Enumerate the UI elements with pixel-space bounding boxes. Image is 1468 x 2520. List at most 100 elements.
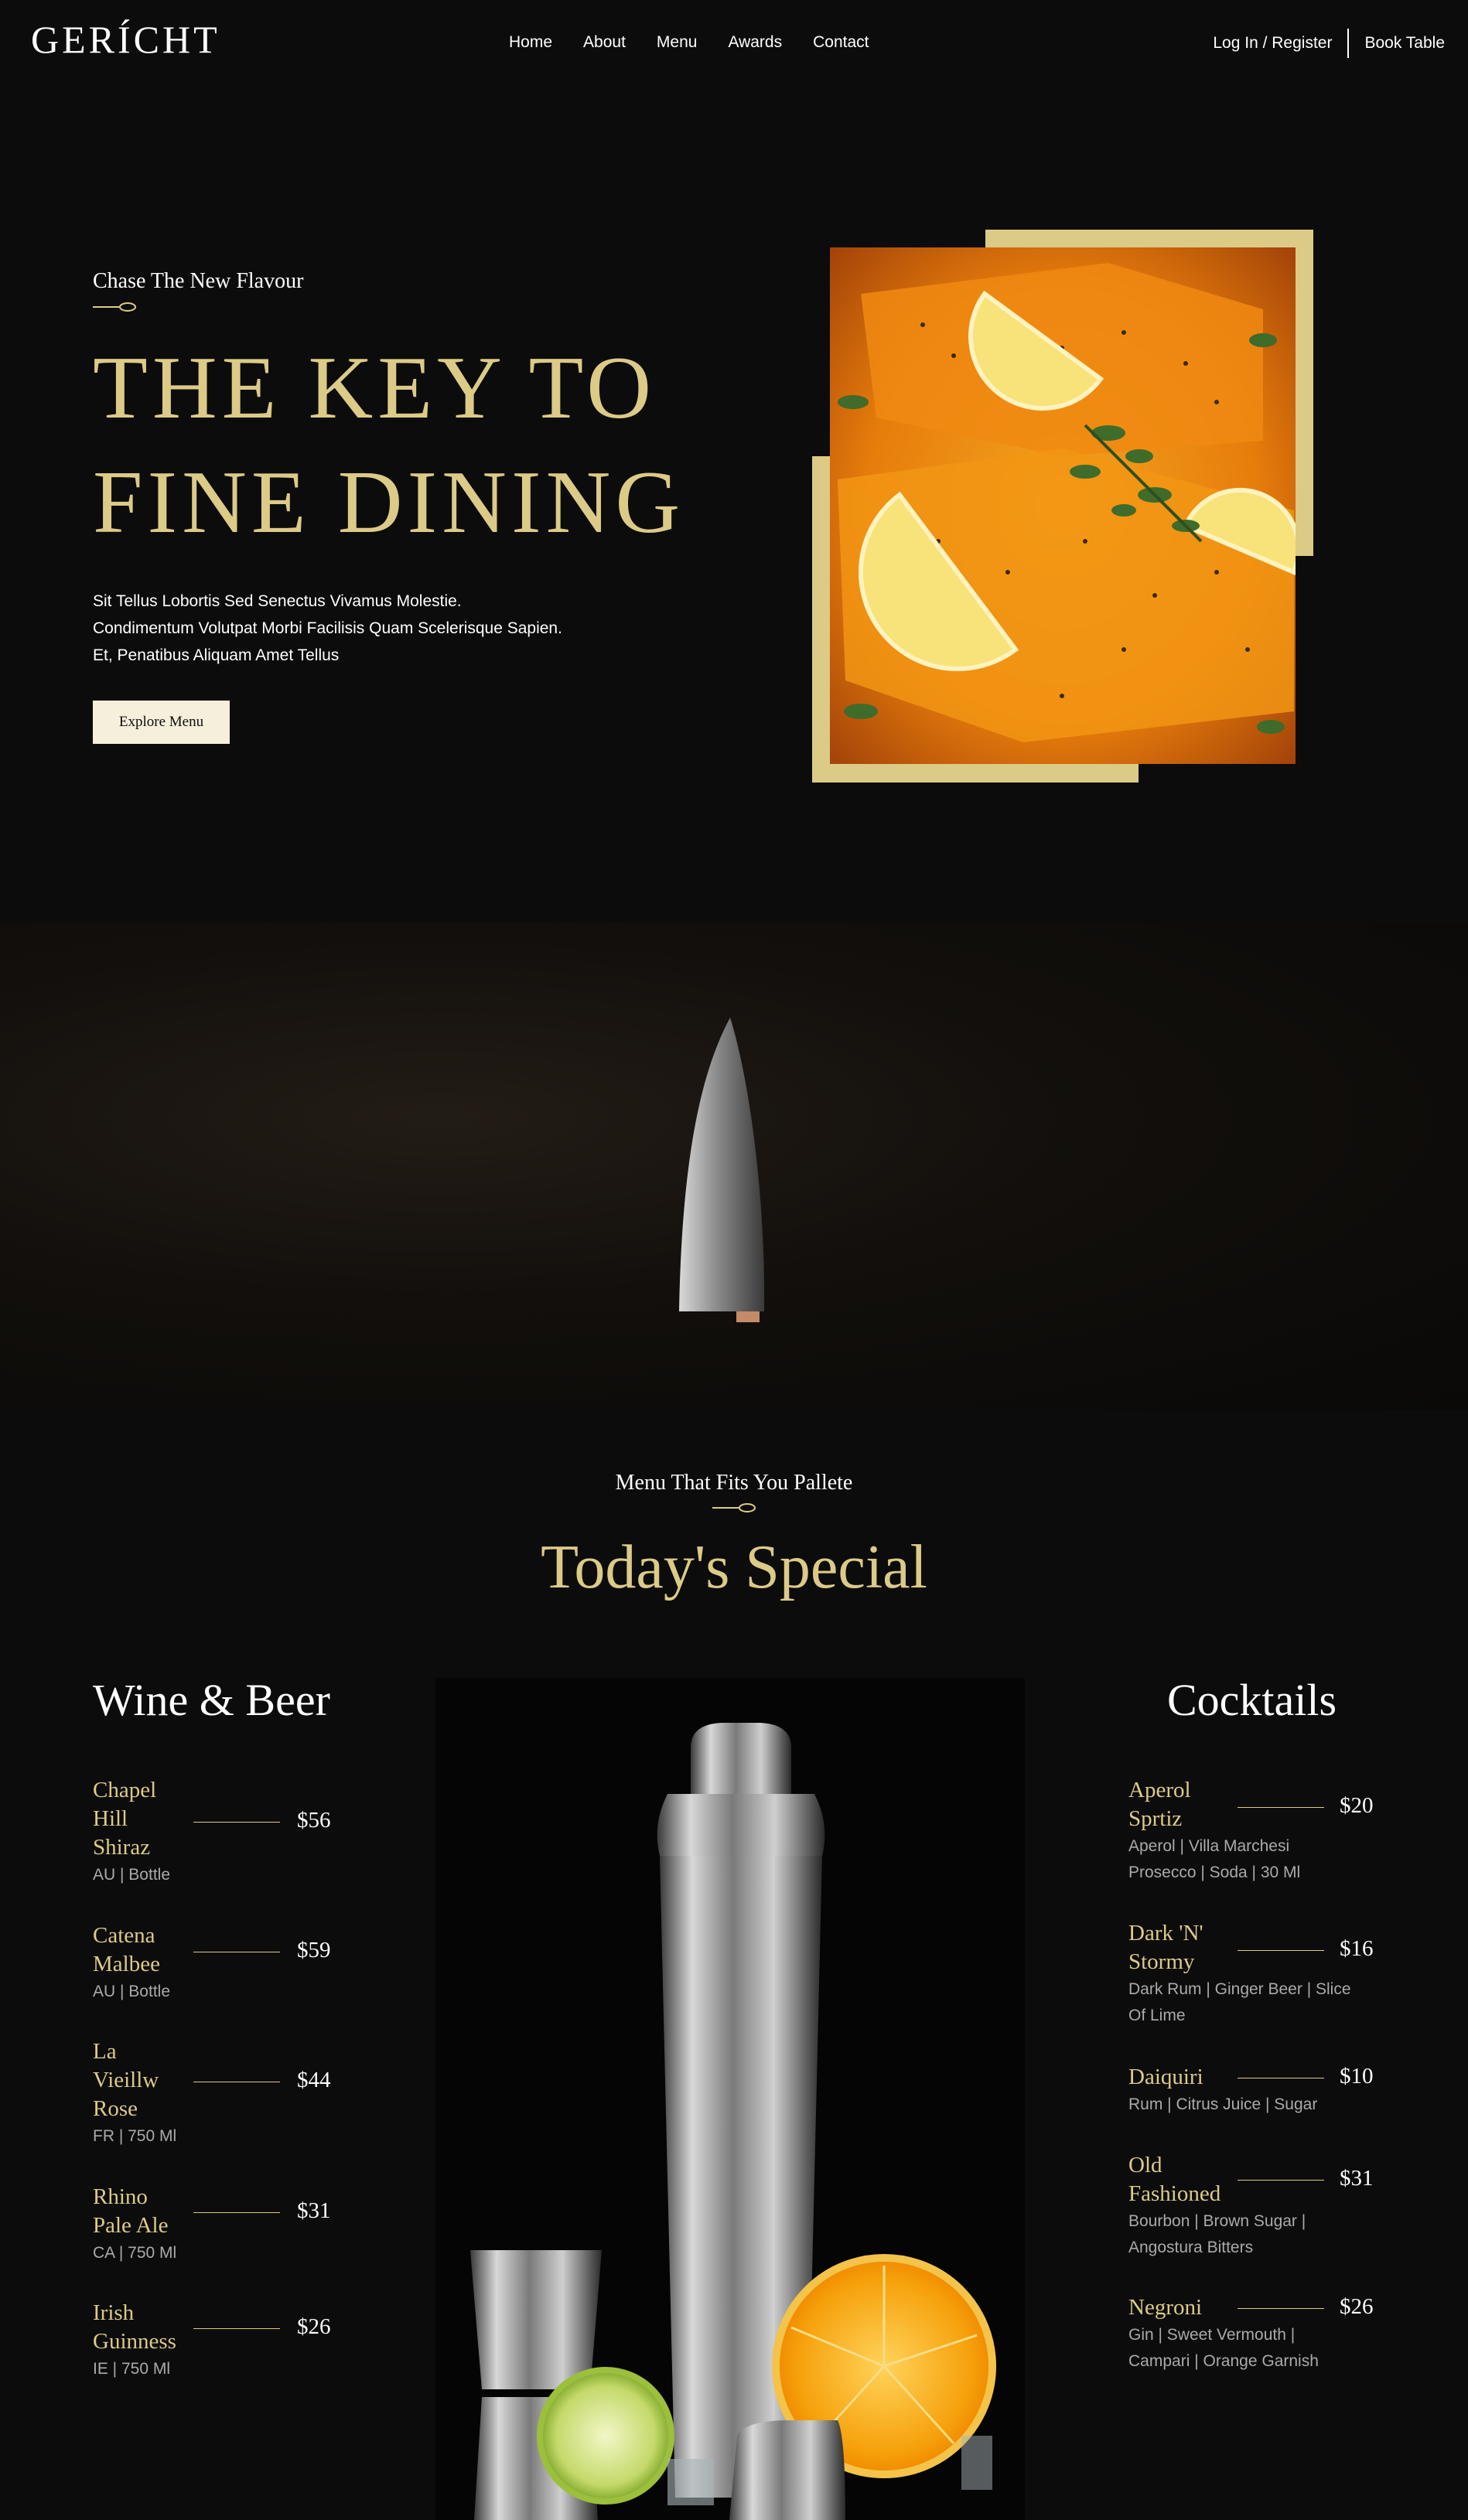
menu-item-name-line: Malbee bbox=[93, 1952, 160, 1976]
menu-item-desc: Dark Rum | Ginger Beer | Slice Of Lime bbox=[1128, 1976, 1376, 2029]
book-table-link[interactable]: Book Table bbox=[1364, 34, 1445, 53]
menu-item-cocktail: Dark 'N' Stormy Dark Rum | Ginger Beer |… bbox=[1128, 1919, 1376, 2029]
menu-item-price: $31 bbox=[1340, 2166, 1374, 2191]
chef-knife-image bbox=[679, 1018, 765, 1322]
hero-description-line: Condimentum Volutpat Morbi Facilisis Qua… bbox=[93, 619, 562, 637]
menu-item-name: Aperol Sprtiz bbox=[1128, 1776, 1376, 1833]
menu-item-name-line: Hill bbox=[93, 1806, 128, 1831]
nav-links: Home About Menu Awards Contact bbox=[509, 33, 869, 52]
menu-item-desc: Rum | Citrus Juice | Sugar bbox=[1128, 2092, 1376, 2118]
menu-item-desc: AU | Bottle bbox=[93, 1983, 170, 2000]
menu-item-name-line: Pale Ale bbox=[93, 2213, 169, 2238]
menu-item-desc: FR | 750 Ml bbox=[93, 2127, 177, 2145]
menu-item-desc: AU | Bottle bbox=[93, 1866, 170, 1884]
logo[interactable]: GERÍCHT bbox=[31, 17, 220, 62]
menu-item-desc-line: Campari | Orange Garnish bbox=[1128, 2352, 1319, 2370]
hero-description-line: Sit Tellus Lobortis Sed Senectus Vivamus… bbox=[93, 592, 462, 610]
menu-item-wine: Catena Malbee AU | Bottle bbox=[93, 1922, 170, 2005]
menu-item-desc-line: Angostura Bitters bbox=[1128, 2239, 1254, 2256]
nav-link-home[interactable]: Home bbox=[509, 33, 552, 52]
menu-item-name-line: Guinness bbox=[93, 2329, 176, 2354]
menu-item-price: $56 bbox=[297, 1808, 331, 1833]
menu-item-name-line: Dark 'N' bbox=[1128, 1921, 1203, 1945]
menu-item-wine: Chapel Hill Shiraz AU | Bottle bbox=[93, 1776, 170, 1888]
nav-link-menu[interactable]: Menu bbox=[657, 33, 698, 52]
special-subtitle: Menu That Fits You Pallete bbox=[615, 1471, 853, 1495]
menu-item-name: Irish Guinness bbox=[93, 2299, 176, 2356]
spoon-divider-icon bbox=[712, 1503, 756, 1512]
special-title: Today's Special bbox=[541, 1533, 927, 1601]
hero-food-image bbox=[830, 247, 1296, 764]
hero-title: THE KEY TO FINE DINING bbox=[93, 331, 684, 560]
menu-item-desc-line: Gin | Sweet Vermouth | bbox=[1128, 2326, 1296, 2344]
menu-item-desc: IE | 750 Ml bbox=[93, 2360, 170, 2378]
menu-item-price: $59 bbox=[297, 1938, 331, 1962]
menu-item-desc-line: Prosecco | Soda | 30 Ml bbox=[1128, 1864, 1301, 1881]
menu-item-cocktail: Old Fashioned Bourbon | Brown Sugar | An… bbox=[1128, 2151, 1376, 2261]
menu-item-price: $31 bbox=[297, 2198, 331, 2223]
menu-item-divider bbox=[193, 2328, 280, 2329]
menu-item-desc-line: Rum | Citrus Juice | Sugar bbox=[1128, 2095, 1318, 2113]
menu-item-name-line: Catena bbox=[93, 1923, 155, 1948]
hero-description: Sit Tellus Lobortis Sed Senectus Vivamus… bbox=[93, 588, 650, 669]
menu-item-name-line: Aperol bbox=[1128, 1778, 1191, 1802]
menu-item-cocktail: Negroni Gin | Sweet Vermouth | Campari |… bbox=[1128, 2293, 1376, 2375]
menu-item-cocktail: Daiquiri Rum | Citrus Juice | Sugar bbox=[1128, 2063, 1376, 2118]
menu-item-desc-line: Of Lime bbox=[1128, 2007, 1186, 2024]
menu-item-desc-line: Aperol | Villa Marchesi bbox=[1128, 1837, 1290, 1855]
nav-link-awards[interactable]: Awards bbox=[728, 33, 782, 52]
menu-item-desc: Gin | Sweet Vermouth | Campari | Orange … bbox=[1128, 2322, 1376, 2375]
salmon-dish-image bbox=[830, 247, 1296, 764]
menu-item-desc: Bourbon | Brown Sugar | Angostura Bitter… bbox=[1128, 2208, 1376, 2261]
nav-link-about[interactable]: About bbox=[583, 33, 626, 52]
menu-item-name-line: Old bbox=[1128, 2153, 1162, 2177]
login-link[interactable]: Log In / Register bbox=[1213, 34, 1332, 53]
nav-link-contact[interactable]: Contact bbox=[813, 33, 869, 52]
menu-item-name: Rhino Pale Ale bbox=[93, 2183, 176, 2240]
menu-item-name: Dark 'N' Stormy bbox=[1128, 1919, 1376, 1976]
menu-item-divider bbox=[1238, 1950, 1324, 1951]
hero-title-line-1: THE KEY TO bbox=[93, 339, 657, 438]
cocktail-shaker-image bbox=[435, 1678, 1025, 2520]
nav-actions: Log In / Register Book Table bbox=[1213, 29, 1445, 58]
menu-item-name-line: Irish bbox=[93, 2300, 135, 2325]
menu-item-divider bbox=[1238, 1807, 1324, 1808]
menu-item-divider bbox=[193, 1822, 280, 1823]
knife-video-banner[interactable] bbox=[0, 923, 1468, 1410]
menu-item-desc: CA | 750 Ml bbox=[93, 2244, 177, 2262]
menu-item-name-line: Sprtiz bbox=[1128, 1806, 1183, 1831]
menu-item-price: $26 bbox=[297, 2314, 331, 2339]
menu-item-name-line: Fashioned bbox=[1128, 2181, 1221, 2206]
menu-item-name: Catena Malbee bbox=[93, 1922, 170, 1979]
navbar: GERÍCHT Home About Menu Awards Contact L… bbox=[0, 0, 1468, 87]
menu-item-name-line: Vieillw bbox=[93, 2068, 159, 2092]
hero-title-line-2: FINE DINING bbox=[93, 453, 685, 552]
explore-menu-button[interactable]: Explore Menu bbox=[93, 701, 230, 744]
menu-item-divider bbox=[1238, 2308, 1324, 2309]
menu-item-price: $44 bbox=[297, 2068, 331, 2092]
menu-item-desc-line: Dark Rum | Ginger Beer | Slice bbox=[1128, 1980, 1351, 1998]
menu-item-price: $26 bbox=[1340, 2294, 1374, 2319]
menu-item-desc: Aperol | Villa Marchesi Prosecco | Soda … bbox=[1128, 1833, 1376, 1886]
menu-item-name: Chapel Hill Shiraz bbox=[93, 1776, 170, 1862]
menu-item-name-line: Rhino bbox=[93, 2184, 148, 2209]
menu-item-divider bbox=[1238, 2180, 1324, 2181]
menu-item-name-line: Stormy bbox=[1128, 1949, 1195, 1974]
menu-item-divider bbox=[193, 2212, 280, 2213]
menu-item-wine: Rhino Pale Ale CA | 750 Ml bbox=[93, 2183, 176, 2266]
cocktails-heading: Cocktails bbox=[1167, 1675, 1337, 1725]
menu-item-name-line: La bbox=[93, 2039, 117, 2064]
menu-item-name-line: Shiraz bbox=[93, 1835, 151, 1860]
spoon-divider-icon bbox=[93, 302, 136, 312]
nav-divider bbox=[1347, 29, 1350, 58]
menu-item-name-line: Chapel bbox=[93, 1778, 157, 1802]
menu-item-name-line: Rose bbox=[93, 2096, 138, 2121]
wine-beer-heading: Wine & Beer bbox=[93, 1675, 330, 1725]
menu-item-wine: La Vieillw Rose FR | 750 Ml bbox=[93, 2037, 176, 2150]
menu-item-name: La Vieillw Rose bbox=[93, 2037, 176, 2123]
hero-subtitle: Chase The New Flavour bbox=[93, 269, 304, 293]
shaker-illustration bbox=[470, 1723, 996, 2520]
hero-description-line: Et, Penatibus Aliquam Amet Tellus bbox=[93, 646, 340, 664]
menu-item-cocktail: Aperol Sprtiz Aperol | Villa Marchesi Pr… bbox=[1128, 1776, 1376, 1886]
menu-item-price: $10 bbox=[1340, 2064, 1374, 2089]
